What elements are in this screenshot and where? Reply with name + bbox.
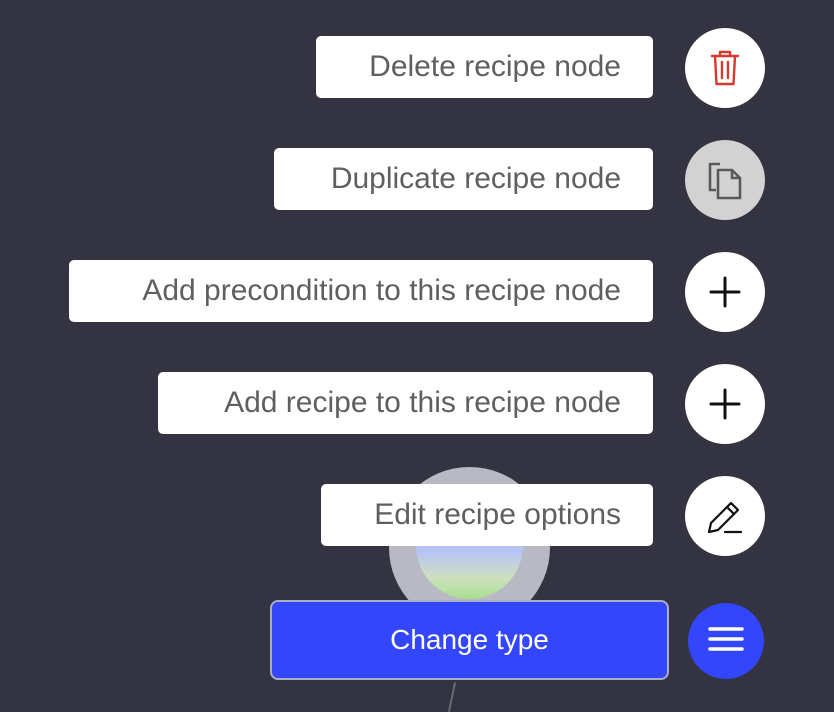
- edit-options-label[interactable]: Edit recipe options: [321, 484, 653, 546]
- duplicate-node-button[interactable]: [685, 140, 765, 220]
- node-menu-toggle-button[interactable]: [688, 603, 764, 679]
- plus-icon: [709, 276, 741, 308]
- delete-node-label[interactable]: Delete recipe node: [316, 36, 653, 98]
- plus-icon: [709, 388, 741, 420]
- add-precondition-label[interactable]: Add precondition to this recipe node: [69, 260, 653, 322]
- change-type-button[interactable]: Change type: [270, 600, 669, 680]
- add-recipe-label[interactable]: Add recipe to this recipe node: [158, 372, 653, 434]
- add-precondition-button[interactable]: [685, 252, 765, 332]
- pencil-icon: [705, 496, 745, 536]
- node-connector-edge: [447, 682, 457, 712]
- menu-icon: [707, 625, 745, 658]
- edit-options-button[interactable]: [685, 476, 765, 556]
- delete-node-button[interactable]: [685, 28, 765, 108]
- duplicate-node-label[interactable]: Duplicate recipe node: [274, 148, 653, 210]
- add-recipe-button[interactable]: [685, 364, 765, 444]
- trash-icon: [709, 48, 741, 88]
- copy-icon: [705, 158, 745, 202]
